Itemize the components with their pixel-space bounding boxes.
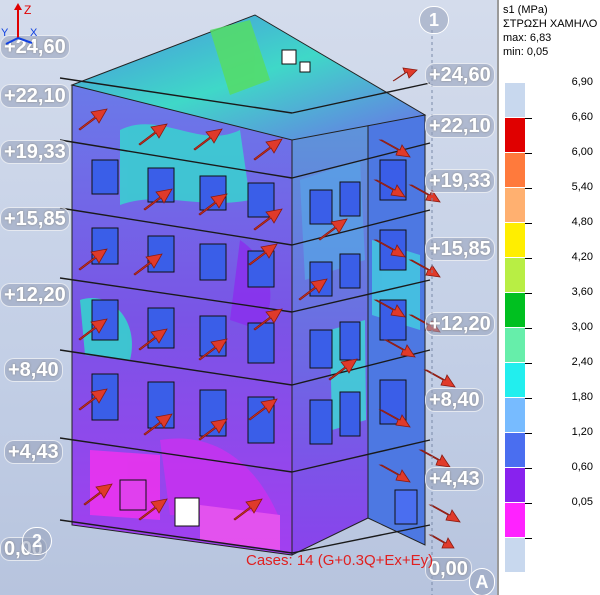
stress-legend-panel: s1 (MPa) ΣΤΡΩΣΗ ΧΑΜΗΛΟ max: 6,83 min: 0,… — [497, 0, 600, 595]
legend-tick-label: 5,40 — [571, 181, 593, 193]
legend-swatch — [505, 328, 525, 362]
legend-tick-label: 0,05 — [571, 496, 593, 508]
legend-swatch — [505, 503, 525, 537]
grid-axis-bubble: A — [469, 568, 495, 595]
legend-tick-label: 0,60 — [571, 461, 593, 473]
building-stress-model[interactable] — [0, 0, 497, 595]
legend-tick-label: 1,20 — [571, 426, 593, 438]
legend-swatch — [505, 398, 525, 432]
level-label-right: +24,60 — [425, 63, 495, 87]
legend-swatch — [505, 468, 525, 502]
legend-tick-label: 6,00 — [571, 146, 593, 158]
level-label-left: +8,40 — [4, 358, 63, 382]
axis-y-label: Y — [1, 27, 9, 39]
legend-tick-mark — [525, 538, 532, 539]
legend-tick-mark — [525, 468, 532, 469]
level-label-left: +19,33 — [0, 140, 70, 164]
legend-quantity: s1 (MPa) — [503, 4, 548, 16]
level-label-right: +8,40 — [425, 388, 484, 412]
grid-axis-bubble: 1 — [419, 6, 449, 34]
level-label-left: +4,43 — [4, 440, 63, 464]
legend-tick-mark — [525, 118, 532, 119]
legend-tick-mark — [525, 223, 532, 224]
legend-swatch — [505, 293, 525, 327]
legend-swatch — [505, 363, 525, 397]
legend-tick-mark — [525, 503, 532, 504]
legend-tick-mark — [525, 153, 532, 154]
level-label-right: +22,10 — [425, 114, 495, 138]
level-label-left: +15,85 — [0, 207, 70, 231]
legend-min: min: 0,05 — [503, 46, 549, 58]
legend-swatch — [505, 83, 525, 117]
legend-swatch — [505, 153, 525, 187]
legend-tick-mark — [525, 293, 532, 294]
legend-tick-mark — [525, 363, 532, 364]
legend-tick-label: 3,60 — [571, 286, 593, 298]
legend-swatch — [505, 188, 525, 222]
legend-max: max: 6,83 — [503, 32, 552, 44]
axis-triad: Z Y X — [1, 3, 38, 45]
legend-tick-mark — [525, 433, 532, 434]
legend-tick-mark — [525, 398, 532, 399]
legend-tick-label: 1,80 — [571, 391, 593, 403]
legend-header: s1 (MPa) ΣΤΡΩΣΗ ΧΑΜΗΛΟ max: 6,83 min: 0,… — [503, 3, 597, 59]
load-case-label: Cases: 14 (G+0.3Q+Ex+Ey) — [246, 552, 434, 569]
legend-tick-label: 4,80 — [571, 216, 593, 228]
legend-tick-label: 3,00 — [571, 321, 593, 333]
3d-viewport[interactable]: +24,60 +22,10 +19,33 +15,85 +12,20 +8,40… — [0, 0, 497, 595]
level-label-left: +12,20 — [0, 283, 70, 307]
legend-swatch — [505, 538, 525, 572]
legend-tick-label: 6,90 — [571, 76, 593, 88]
axis-z-label: Z — [24, 3, 31, 17]
legend-swatch — [505, 258, 525, 292]
level-label-right: +4,43 — [425, 467, 484, 491]
level-label-right: +19,33 — [425, 169, 495, 193]
legend-layer: ΣΤΡΩΣΗ ΧΑΜΗΛΟ — [503, 18, 598, 30]
level-label-right: +12,20 — [425, 312, 495, 336]
legend-tick-label: 4,20 — [571, 251, 593, 263]
legend-swatch — [505, 118, 525, 152]
legend-tick-label: 6,60 — [571, 111, 593, 123]
grid-axis-bubble: 2 — [22, 527, 52, 555]
level-label-left: +22,10 — [0, 84, 70, 108]
legend-tick-mark — [525, 328, 532, 329]
legend-tick-mark — [525, 188, 532, 189]
legend-swatch — [505, 433, 525, 467]
color-scale: 6,90 6,60 6,00 5,40 4,80 4,20 3,60 3,00 2,40 1,80… — [503, 76, 599, 583]
legend-swatch — [505, 223, 525, 257]
level-label-right: +15,85 — [425, 237, 495, 261]
legend-tick-label: 2,40 — [571, 356, 593, 368]
legend-tick-mark — [525, 258, 532, 259]
axis-x-label: X — [30, 27, 38, 39]
